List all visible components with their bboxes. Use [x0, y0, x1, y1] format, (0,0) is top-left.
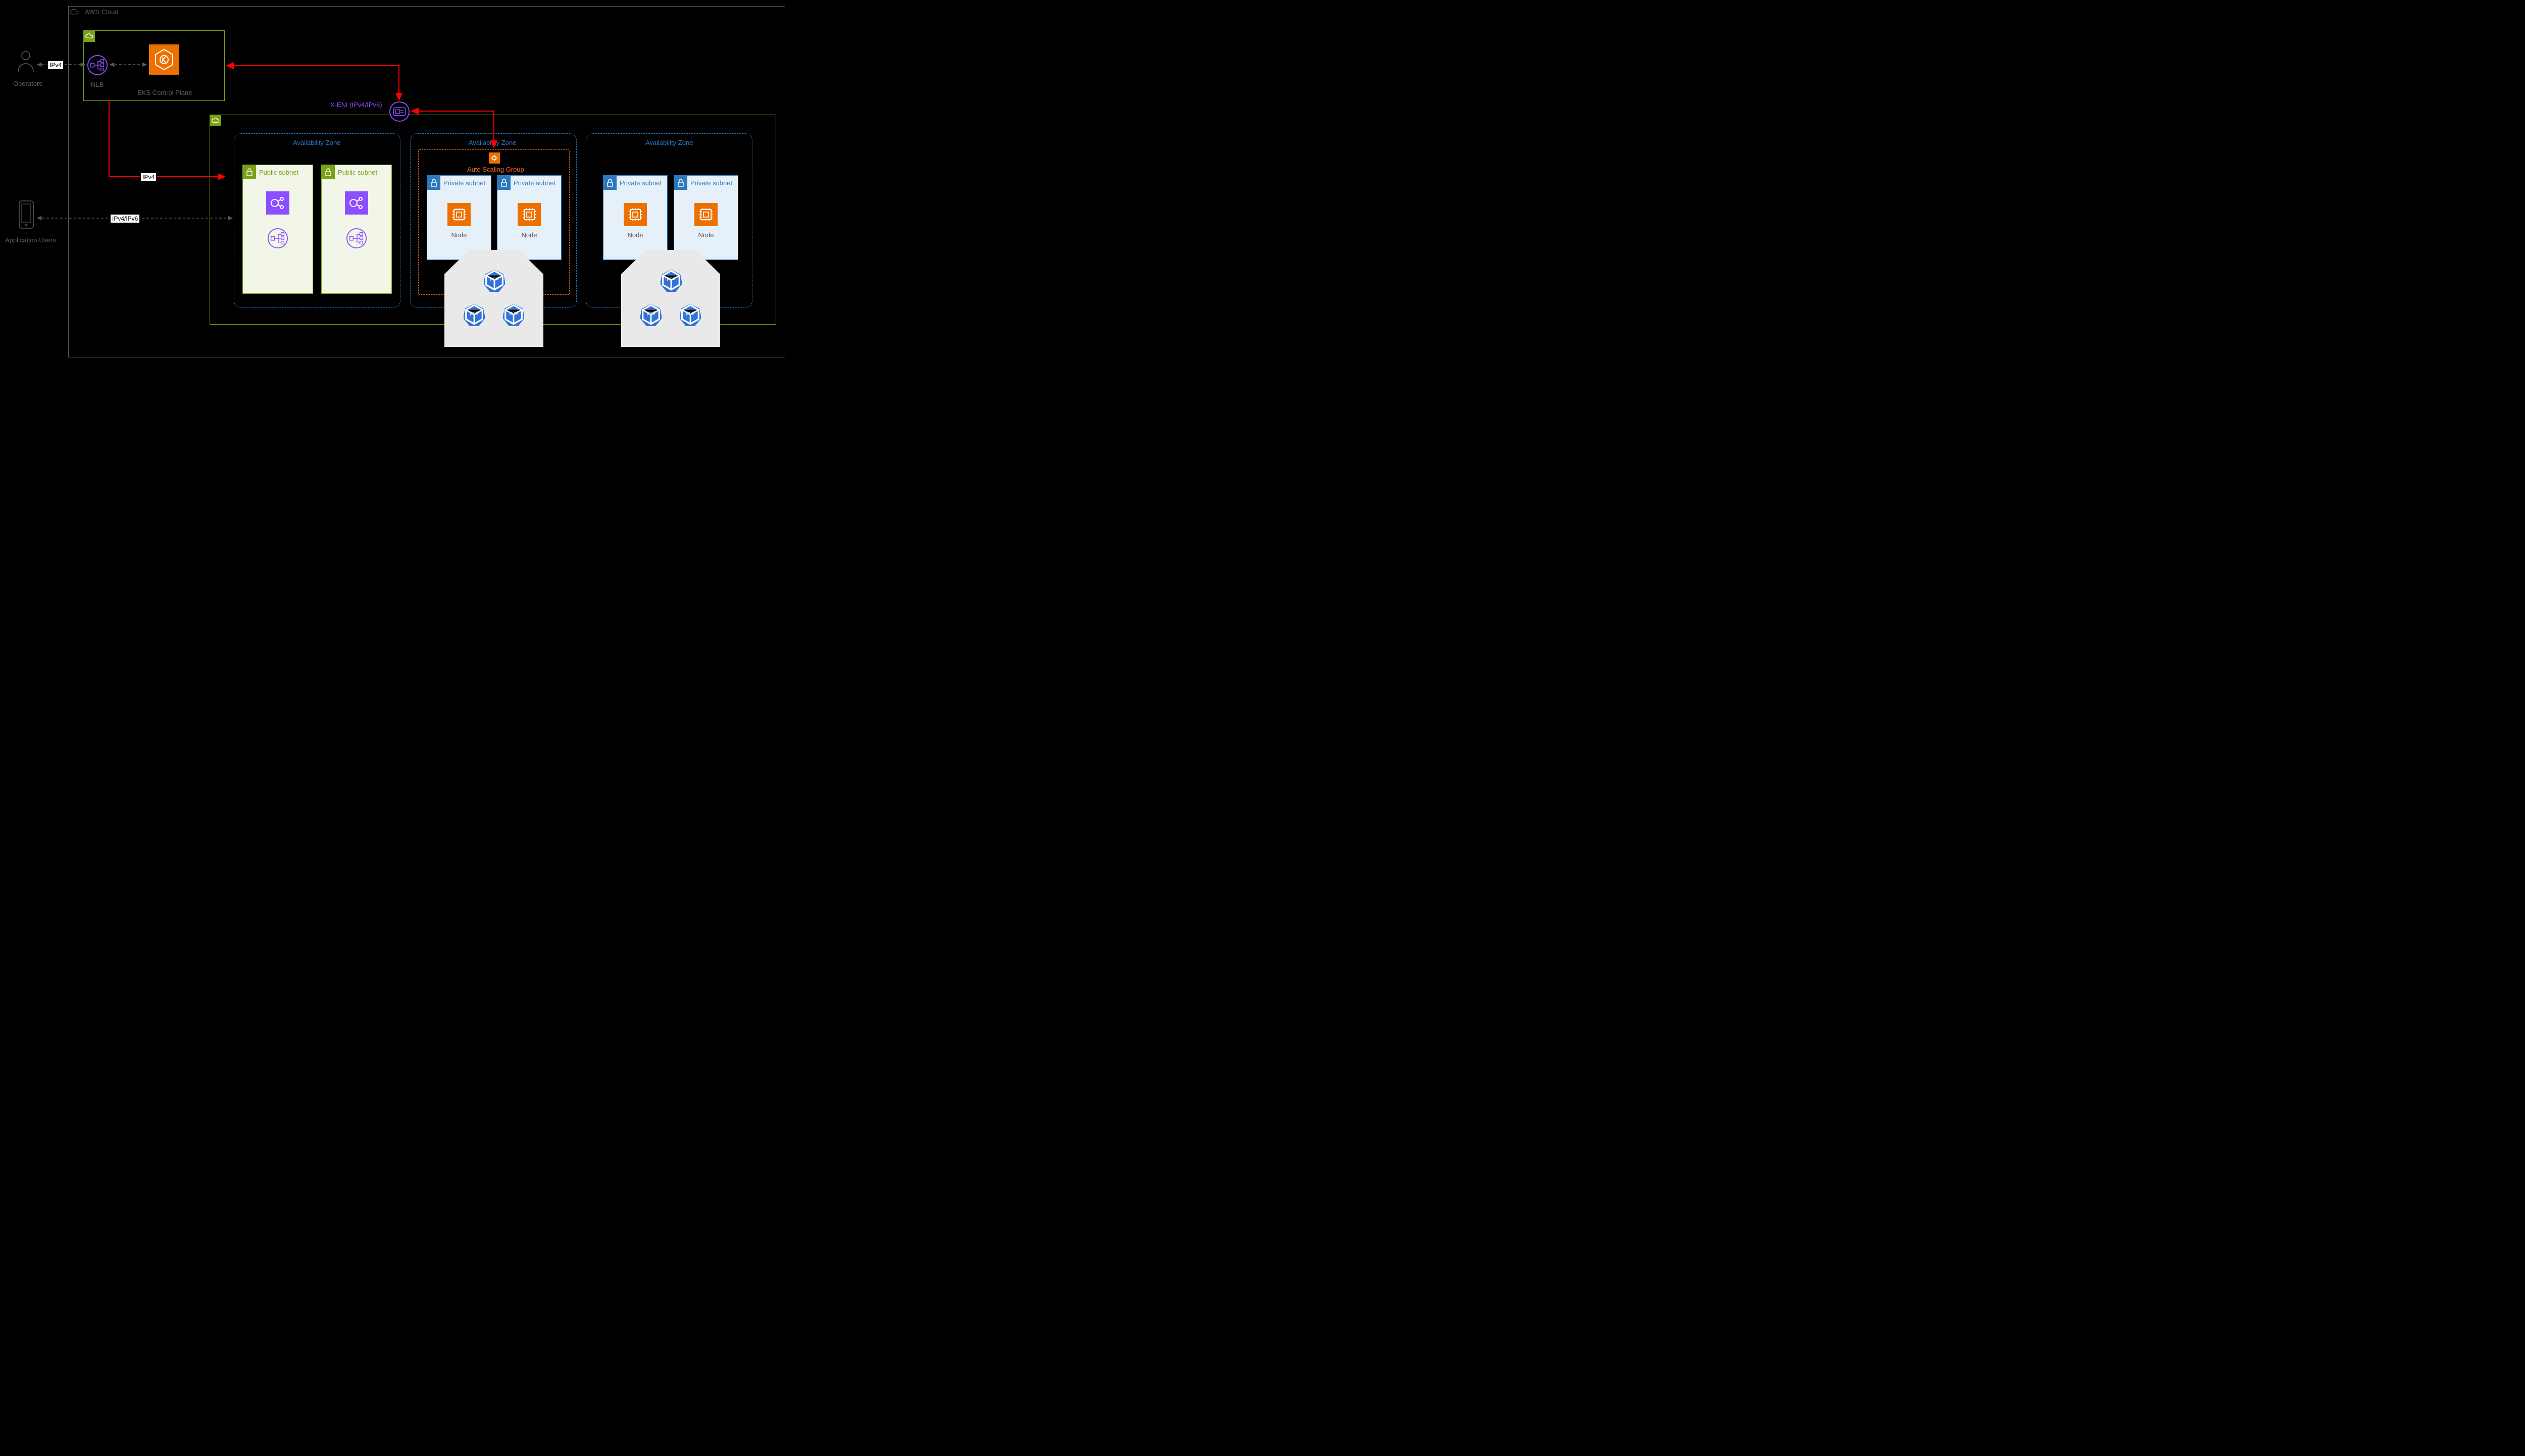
- lock-icon: [322, 165, 335, 179]
- lock-icon: [427, 176, 440, 190]
- pod-label: pod: [667, 276, 676, 282]
- x-eni-icon: [389, 101, 410, 124]
- private-subnet-3-label: Private subnet: [617, 179, 667, 187]
- internet-gateway-icon: [345, 191, 368, 215]
- pod-icon: pod: [680, 298, 701, 321]
- asg-label: Auto Scaling Group: [467, 166, 524, 173]
- aws-cloud-label: AWS Cloud: [85, 8, 119, 16]
- lock-icon: [243, 165, 256, 179]
- pod-icon: pod: [464, 298, 485, 321]
- app-users-icon: [17, 200, 35, 231]
- az2-label: Availability Zone: [469, 139, 516, 146]
- pod-label: pod: [686, 310, 695, 316]
- private-subnet-4: Private subnet Node: [674, 175, 738, 260]
- lock-icon: [603, 176, 617, 190]
- eks-icon: [149, 44, 179, 75]
- pod-icon: pod: [640, 298, 662, 321]
- pod-label: pod: [647, 310, 655, 316]
- ec2-node-icon: [624, 203, 647, 226]
- private-subnet-2: Private subnet Node: [497, 175, 562, 260]
- public-subnet-1-label: Public subnet: [256, 169, 313, 176]
- ipv4-pill-2: IPv4: [140, 173, 157, 182]
- pod-label: pod: [470, 310, 479, 316]
- lock-icon: [497, 176, 511, 190]
- private-subnet-4-label: Private subnet: [687, 179, 738, 187]
- x-eni-label: X-ENI (IPv4/IPv6): [330, 101, 382, 109]
- pod-icon: pod: [484, 264, 505, 287]
- pod-icon: pod: [503, 298, 524, 321]
- private-subnet-1: Private subnet Node: [427, 175, 491, 260]
- nlb-subnet-icon: [267, 228, 288, 250]
- asg-icon: [489, 152, 500, 164]
- node-1-label: Node: [451, 231, 467, 239]
- public-subnet-2: Public subnet: [321, 165, 392, 294]
- ec2-node-icon: [694, 203, 718, 226]
- node-3-label: Node: [627, 231, 643, 239]
- pod-icon: pod: [661, 264, 682, 287]
- nlb-icon: [87, 55, 108, 77]
- operators-label: Operators: [13, 80, 42, 87]
- pod-label: pod: [490, 276, 499, 282]
- cloud-icon: [69, 7, 80, 18]
- private-subnet-3: Private subnet Node: [603, 175, 668, 260]
- eks-region-cloud-icon: [84, 31, 95, 42]
- node-4-label: Node: [698, 231, 714, 239]
- node-2-label: Node: [521, 231, 537, 239]
- ec2-node-icon: [518, 203, 541, 226]
- ipv4-pill-1: IPv4: [47, 61, 64, 70]
- operators-icon: [16, 50, 35, 74]
- public-subnet-1: Public subnet: [242, 165, 313, 294]
- private-subnet-2-label: Private subnet: [511, 179, 561, 187]
- pod-label: pod: [510, 310, 518, 316]
- eks-label: EKS Control Plane: [137, 89, 192, 96]
- az3-label: Availability Zone: [645, 139, 693, 146]
- private-subnet-1-label: Private subnet: [440, 179, 491, 187]
- ec2-node-icon: [447, 203, 471, 226]
- dual-pill: IPv4/IPv6: [110, 214, 140, 223]
- vpc-cloud-icon: [210, 115, 221, 126]
- nlb-label: NLB: [91, 81, 104, 88]
- nlb-subnet-icon: [346, 228, 367, 250]
- public-subnet-2-label: Public subnet: [335, 169, 391, 176]
- app-users-label: Application Users: [5, 236, 56, 244]
- internet-gateway-icon: [266, 191, 289, 215]
- lock-icon: [674, 176, 687, 190]
- az1-label: Availability Zone: [293, 139, 340, 146]
